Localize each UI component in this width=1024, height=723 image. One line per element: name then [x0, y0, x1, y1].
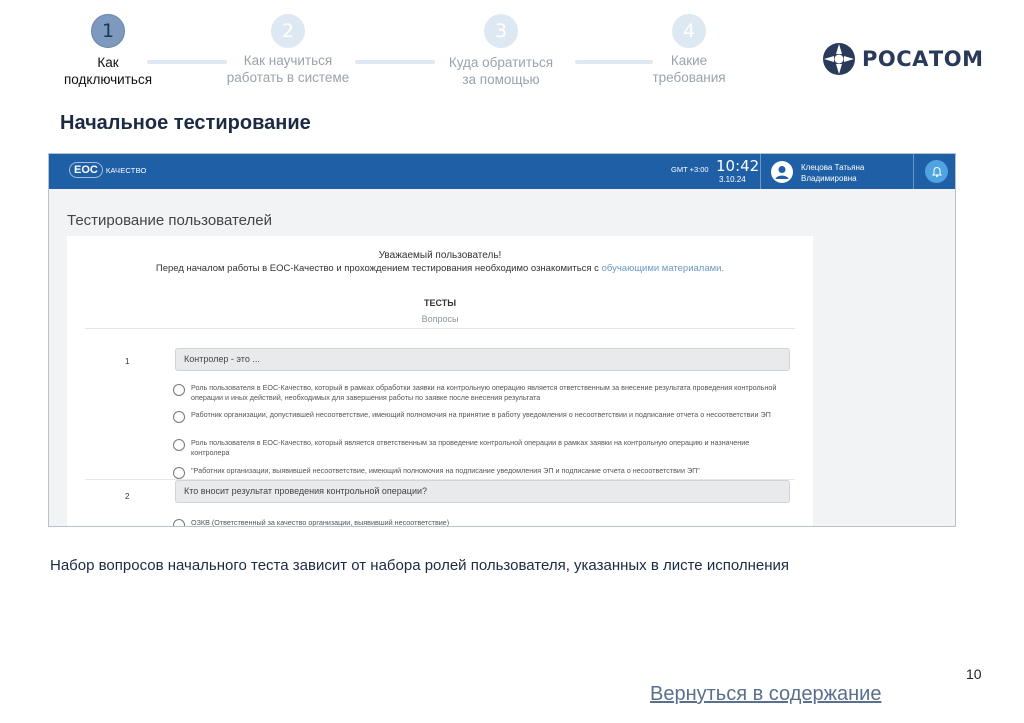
user-icon	[775, 166, 789, 179]
caption-text: Набор вопросов начального теста зависит …	[50, 557, 789, 574]
app-screenshot: ЕОС КАЧЕСТВО GMT +3:00 10:42 3.10.24 Кле…	[48, 153, 956, 527]
step-4-number: 4	[672, 14, 706, 48]
answer-option[interactable]: "Работник организации, выявившей несоотв…	[173, 466, 783, 480]
step-3[interactable]: 3 Куда обратиться за помощью	[426, 14, 576, 88]
radio-button[interactable]	[173, 384, 185, 396]
step-1-label: Как подключиться	[63, 55, 152, 87]
step-4-label: Какие требования	[652, 53, 726, 85]
logo-text: РОСАТОМ	[862, 47, 984, 71]
notifications-button[interactable]	[925, 160, 948, 183]
radio-button[interactable]	[173, 467, 185, 479]
step-1-number: 1	[91, 14, 125, 48]
app-logo-abbr: ЕОС	[69, 162, 103, 178]
radio-button[interactable]	[173, 439, 185, 451]
back-to-contents-link[interactable]: Вернуться в содержание	[650, 683, 881, 706]
intro-text: Перед началом работы в ЕОС-Качество и пр…	[155, 263, 725, 274]
header-divider	[913, 154, 914, 189]
step-4[interactable]: 4 Какие требования	[629, 14, 749, 86]
timezone-label: GMT +3:00	[671, 165, 709, 174]
page-title: Начальное тестирование	[60, 112, 311, 134]
training-materials-link[interactable]: обучающими материалами.	[602, 263, 725, 274]
test-card: Уважаемый пользователь! Перед началом ра…	[67, 236, 813, 526]
app-page-title: Тестирование пользователей	[67, 212, 272, 229]
step-2-number: 2	[271, 14, 305, 48]
answer-option[interactable]: Работник организации, допустившей несоот…	[173, 410, 783, 434]
question-number: 2	[125, 492, 130, 501]
questions-table: 1 Контролер - это ... Роль пользователя …	[85, 328, 795, 526]
questions-heading: Вопросы	[421, 314, 459, 324]
answer-option[interactable]: Роль пользователя в ЕОС-Качество, которы…	[173, 383, 783, 407]
rosatom-logo: РОСАТОМ	[822, 42, 983, 76]
question-row: 2 Кто вносит результат проведения контро…	[85, 479, 795, 526]
step-1[interactable]: 1 Как подключиться	[48, 14, 168, 88]
user-name[interactable]: Клецова Татьяна Владимировна	[801, 162, 864, 184]
app-header: ЕОС КАЧЕСТВО GMT +3:00 10:42 3.10.24 Кле…	[49, 154, 955, 189]
radio-button[interactable]	[173, 411, 185, 423]
question-number: 1	[125, 357, 130, 366]
clock-time: 10:42	[716, 157, 760, 175]
rosatom-emblem-icon	[823, 43, 855, 75]
step-3-label: Куда обратиться за помощью	[448, 55, 554, 87]
question-text: Кто вносит результат проведения контроль…	[175, 480, 790, 503]
step-3-number: 3	[484, 14, 518, 48]
tests-heading: ТЕСТЫ	[423, 298, 457, 308]
app-logo-sub: КАЧЕСТВО	[105, 165, 147, 175]
step-2[interactable]: 2 Как научиться работать в системе	[213, 14, 363, 86]
bell-icon	[931, 166, 942, 177]
answer-option[interactable]: Роль пользователя в ЕОС-Качество, которы…	[173, 438, 783, 462]
clock-date: 3.10.24	[719, 175, 746, 184]
question-row: 1 Контролер - это ... Роль пользователя …	[85, 343, 795, 481]
app-logo[interactable]: ЕОС КАЧЕСТВО	[69, 162, 147, 178]
radio-button[interactable]	[173, 519, 185, 526]
page-number: 10	[966, 666, 982, 682]
answer-option[interactable]: ОЗКВ (Ответственный за качество организа…	[173, 518, 783, 526]
greeting-text: Уважаемый пользователь!	[378, 250, 502, 261]
stepper-connector-2	[355, 60, 435, 64]
avatar[interactable]	[771, 161, 793, 183]
step-2-label: Как научиться работать в системе	[226, 53, 350, 85]
question-text: Контролер - это ...	[175, 348, 790, 371]
header-divider	[760, 154, 761, 189]
